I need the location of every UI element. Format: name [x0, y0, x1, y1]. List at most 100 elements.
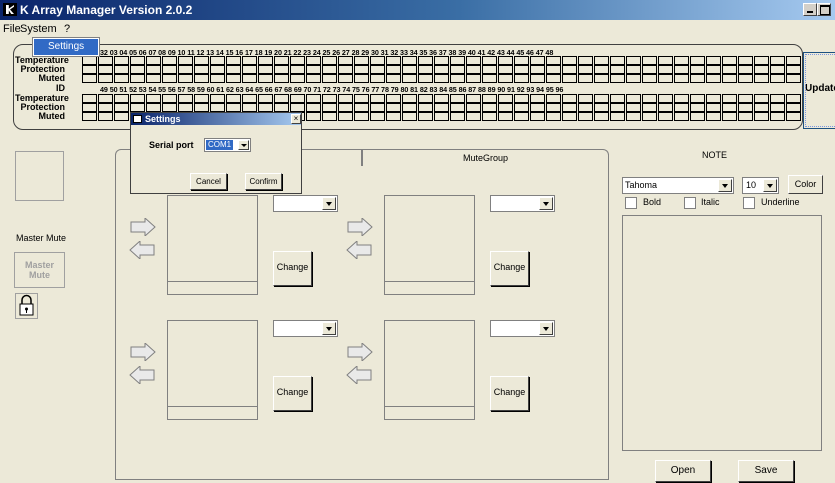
chevron-down-icon	[539, 322, 553, 335]
status-cell	[722, 94, 737, 103]
status-cell	[338, 65, 353, 74]
status-cell	[450, 94, 465, 103]
status-cell	[642, 65, 657, 74]
status-cell	[386, 112, 401, 121]
grid-temperature-1	[82, 56, 802, 65]
status-cell	[722, 112, 737, 121]
status-cell	[562, 103, 577, 112]
menu-item-settings[interactable]: Settings	[34, 39, 98, 55]
status-cell	[594, 103, 609, 112]
arrow-left-button[interactable]	[127, 364, 158, 386]
arrow-left-button[interactable]	[344, 239, 375, 261]
status-cell	[290, 56, 305, 65]
status-cell	[418, 74, 433, 83]
note-textarea[interactable]	[622, 215, 822, 451]
serial-port-select[interactable]: COM1	[204, 138, 251, 152]
speaker-select[interactable]	[490, 195, 555, 212]
arrow-right-button[interactable]	[344, 216, 375, 238]
status-cell	[466, 74, 481, 83]
status-cell	[130, 56, 145, 65]
arrow-right-button[interactable]	[344, 341, 375, 363]
status-cell	[642, 74, 657, 83]
arrow-right-button[interactable]	[127, 216, 158, 238]
status-cell	[194, 56, 209, 65]
speaker-slot[interactable]	[167, 195, 258, 288]
menu-help[interactable]: ?	[64, 23, 70, 35]
status-cell	[594, 56, 609, 65]
speaker-select[interactable]	[273, 320, 338, 337]
app-logo-icon	[3, 3, 17, 16]
speaker-slot[interactable]	[384, 320, 475, 413]
update-button[interactable]: Update	[803, 52, 835, 129]
status-cell	[610, 56, 625, 65]
menu-file[interactable]: File	[3, 23, 21, 35]
change-button[interactable]: Change	[490, 251, 529, 286]
arrow-left-button[interactable]	[127, 239, 158, 261]
settings-dialog: Settings × Serial port COM1 Cancel Confi…	[130, 112, 302, 194]
arrow-left-button[interactable]	[344, 364, 375, 386]
status-cell	[658, 74, 673, 83]
status-cell	[610, 94, 625, 103]
change-button[interactable]: Change	[273, 376, 312, 411]
status-cell	[274, 94, 289, 103]
status-cell	[514, 103, 529, 112]
status-cell	[546, 65, 561, 74]
status-cell	[514, 94, 529, 103]
status-cell	[434, 94, 449, 103]
grid-protection-1	[82, 65, 802, 74]
change-button[interactable]: Change	[490, 376, 529, 411]
status-cell	[498, 112, 513, 121]
status-cell	[578, 74, 593, 83]
speaker-select[interactable]	[490, 320, 555, 337]
status-cell	[706, 74, 721, 83]
font-size-select[interactable]: 10	[742, 177, 779, 194]
status-cell	[642, 94, 657, 103]
status-cell	[530, 94, 545, 103]
status-cell	[610, 65, 625, 74]
status-cell	[450, 103, 465, 112]
status-cell	[162, 74, 177, 83]
status-cell	[706, 112, 721, 121]
status-cell	[162, 56, 177, 65]
confirm-button[interactable]: Confirm	[245, 173, 282, 190]
font-value: Tahoma	[625, 180, 658, 190]
settings-icon	[133, 115, 142, 123]
speaker-slot[interactable]	[384, 195, 475, 288]
save-button[interactable]: Save	[738, 460, 794, 482]
minimize-button[interactable]	[803, 3, 817, 16]
lock-button[interactable]	[15, 293, 38, 319]
menu-system[interactable]: System	[20, 23, 57, 35]
status-cell	[354, 94, 369, 103]
status-cell	[226, 74, 241, 83]
status-cell	[114, 56, 129, 65]
tab-mutegroup[interactable]: MuteGroup	[362, 149, 609, 166]
status-cell	[738, 74, 753, 83]
status-cell	[690, 74, 705, 83]
font-select[interactable]: Tahoma	[622, 177, 734, 194]
master-mute-button[interactable]: Master Mute	[14, 252, 65, 288]
speaker-select[interactable]	[273, 195, 338, 212]
arrow-left-icon	[129, 239, 155, 261]
status-cell	[82, 56, 97, 65]
status-cell	[290, 65, 305, 74]
underline-checkbox[interactable]	[743, 197, 755, 209]
cancel-button[interactable]: Cancel	[190, 173, 227, 190]
arrow-right-button[interactable]	[127, 341, 158, 363]
status-cell	[354, 112, 369, 121]
status-cell	[530, 74, 545, 83]
status-cell	[450, 56, 465, 65]
italic-checkbox[interactable]	[684, 197, 696, 209]
serial-port-value: COM1	[206, 140, 234, 150]
status-cell	[370, 103, 385, 112]
maximize-button[interactable]	[817, 3, 831, 16]
speaker-slot[interactable]	[167, 320, 258, 413]
open-button[interactable]: Open	[655, 460, 711, 482]
status-cell	[626, 112, 641, 121]
close-button[interactable]: ×	[291, 114, 301, 124]
status-cell	[626, 56, 641, 65]
bold-checkbox[interactable]	[625, 197, 637, 209]
color-button[interactable]: Color	[788, 175, 823, 194]
status-cell	[418, 94, 433, 103]
status-cell	[482, 65, 497, 74]
change-button[interactable]: Change	[273, 251, 312, 286]
